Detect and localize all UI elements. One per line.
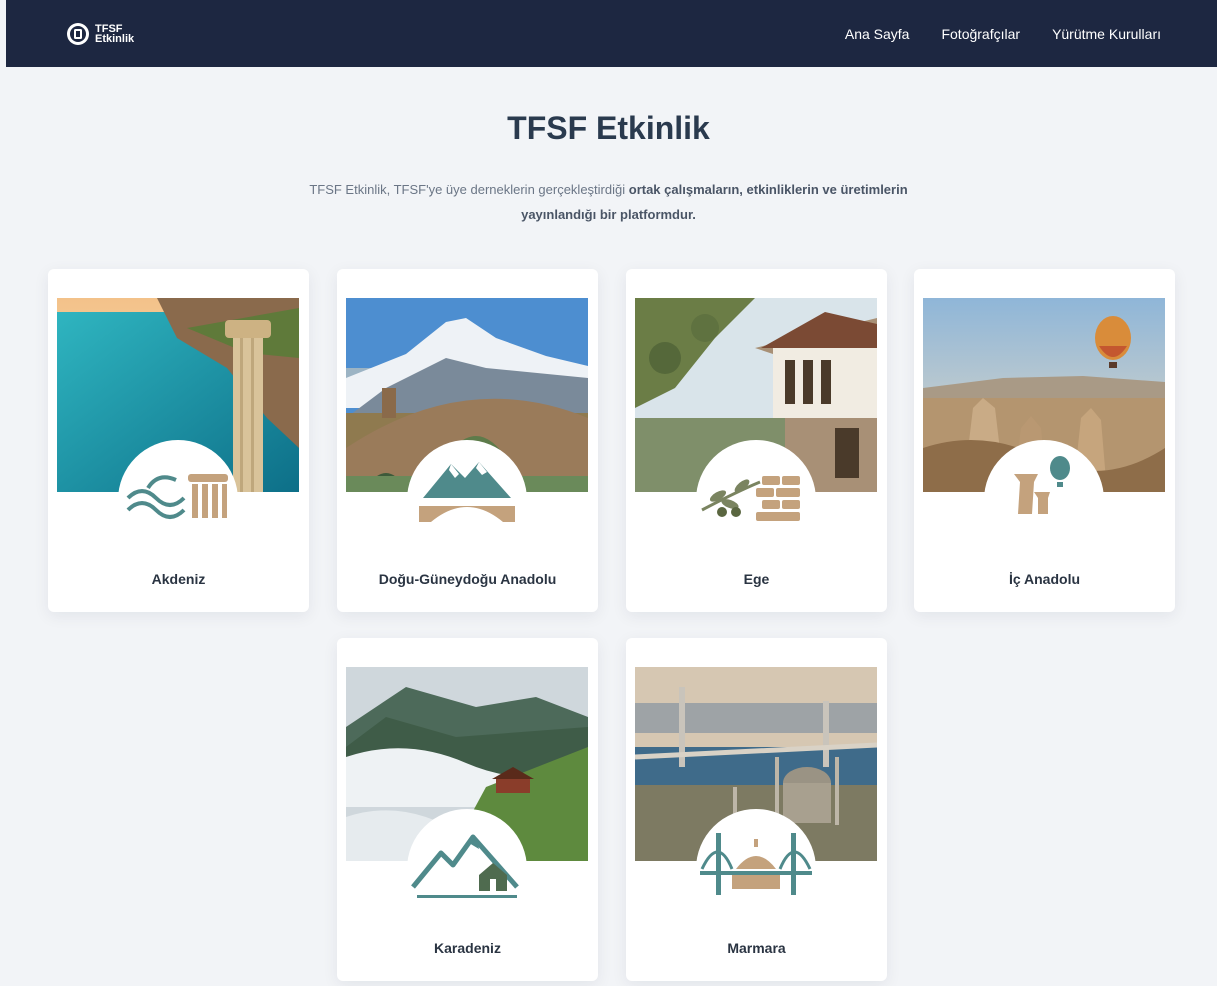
region-card-karadeniz[interactable]: Karadeniz <box>337 638 598 981</box>
tfsf-logo-icon <box>67 23 89 45</box>
mountain-house-icon <box>407 809 527 929</box>
intro-text-regular: TFSF Etkinlik, TFSF'ye üye derneklerin g… <box>309 182 626 197</box>
nav-link-executive-boards[interactable]: Yürütme Kurulları <box>1052 26 1161 42</box>
page-title: TFSF Etkinlik <box>507 110 710 146</box>
fairy-chimney-balloon-icon <box>984 440 1104 560</box>
top-navbar: TFSF Etkinlik Ana Sayfa Fotoğrafçılar Yü… <box>6 0 1217 67</box>
nav-link-home[interactable]: Ana Sayfa <box>845 26 910 42</box>
region-card-marmara[interactable]: Marmara <box>626 638 887 981</box>
brand-text: TFSF Etkinlik <box>95 24 135 45</box>
nav-link-photographers[interactable]: Fotoğrafçılar <box>941 26 1020 42</box>
region-card-ic-anadolu[interactable]: İç Anadolu <box>914 269 1175 612</box>
main-nav: Ana Sayfa Fotoğrafçılar Yürütme Kurullar… <box>813 0 1161 67</box>
olive-stone-wall-icon <box>696 440 816 560</box>
brand-logo-link[interactable]: TFSF Etkinlik <box>66 22 134 46</box>
region-card-akdeniz[interactable]: Akdeniz <box>48 269 309 612</box>
region-name: Marmara <box>727 940 786 956</box>
brand-line-2: Etkinlik <box>95 33 135 45</box>
region-card-ege[interactable]: Ege <box>626 269 887 612</box>
bridge-mosque-icon <box>696 809 816 929</box>
waves-column-icon <box>118 440 238 560</box>
mountain-bridge-icon <box>407 440 527 560</box>
region-name: Akdeniz <box>151 571 206 587</box>
region-name: Doğu-Güneydoğu Anadolu <box>378 571 557 587</box>
region-name: Ege <box>743 571 770 587</box>
region-card-dogu-guneydogu-anadolu[interactable]: Doğu-Güneydoğu Anadolu <box>337 269 598 612</box>
intro-text: TFSF Etkinlik, TFSF'ye üye derneklerin g… <box>280 177 937 227</box>
region-name: İç Anadolu <box>1008 571 1081 587</box>
region-name: Karadeniz <box>434 940 501 956</box>
